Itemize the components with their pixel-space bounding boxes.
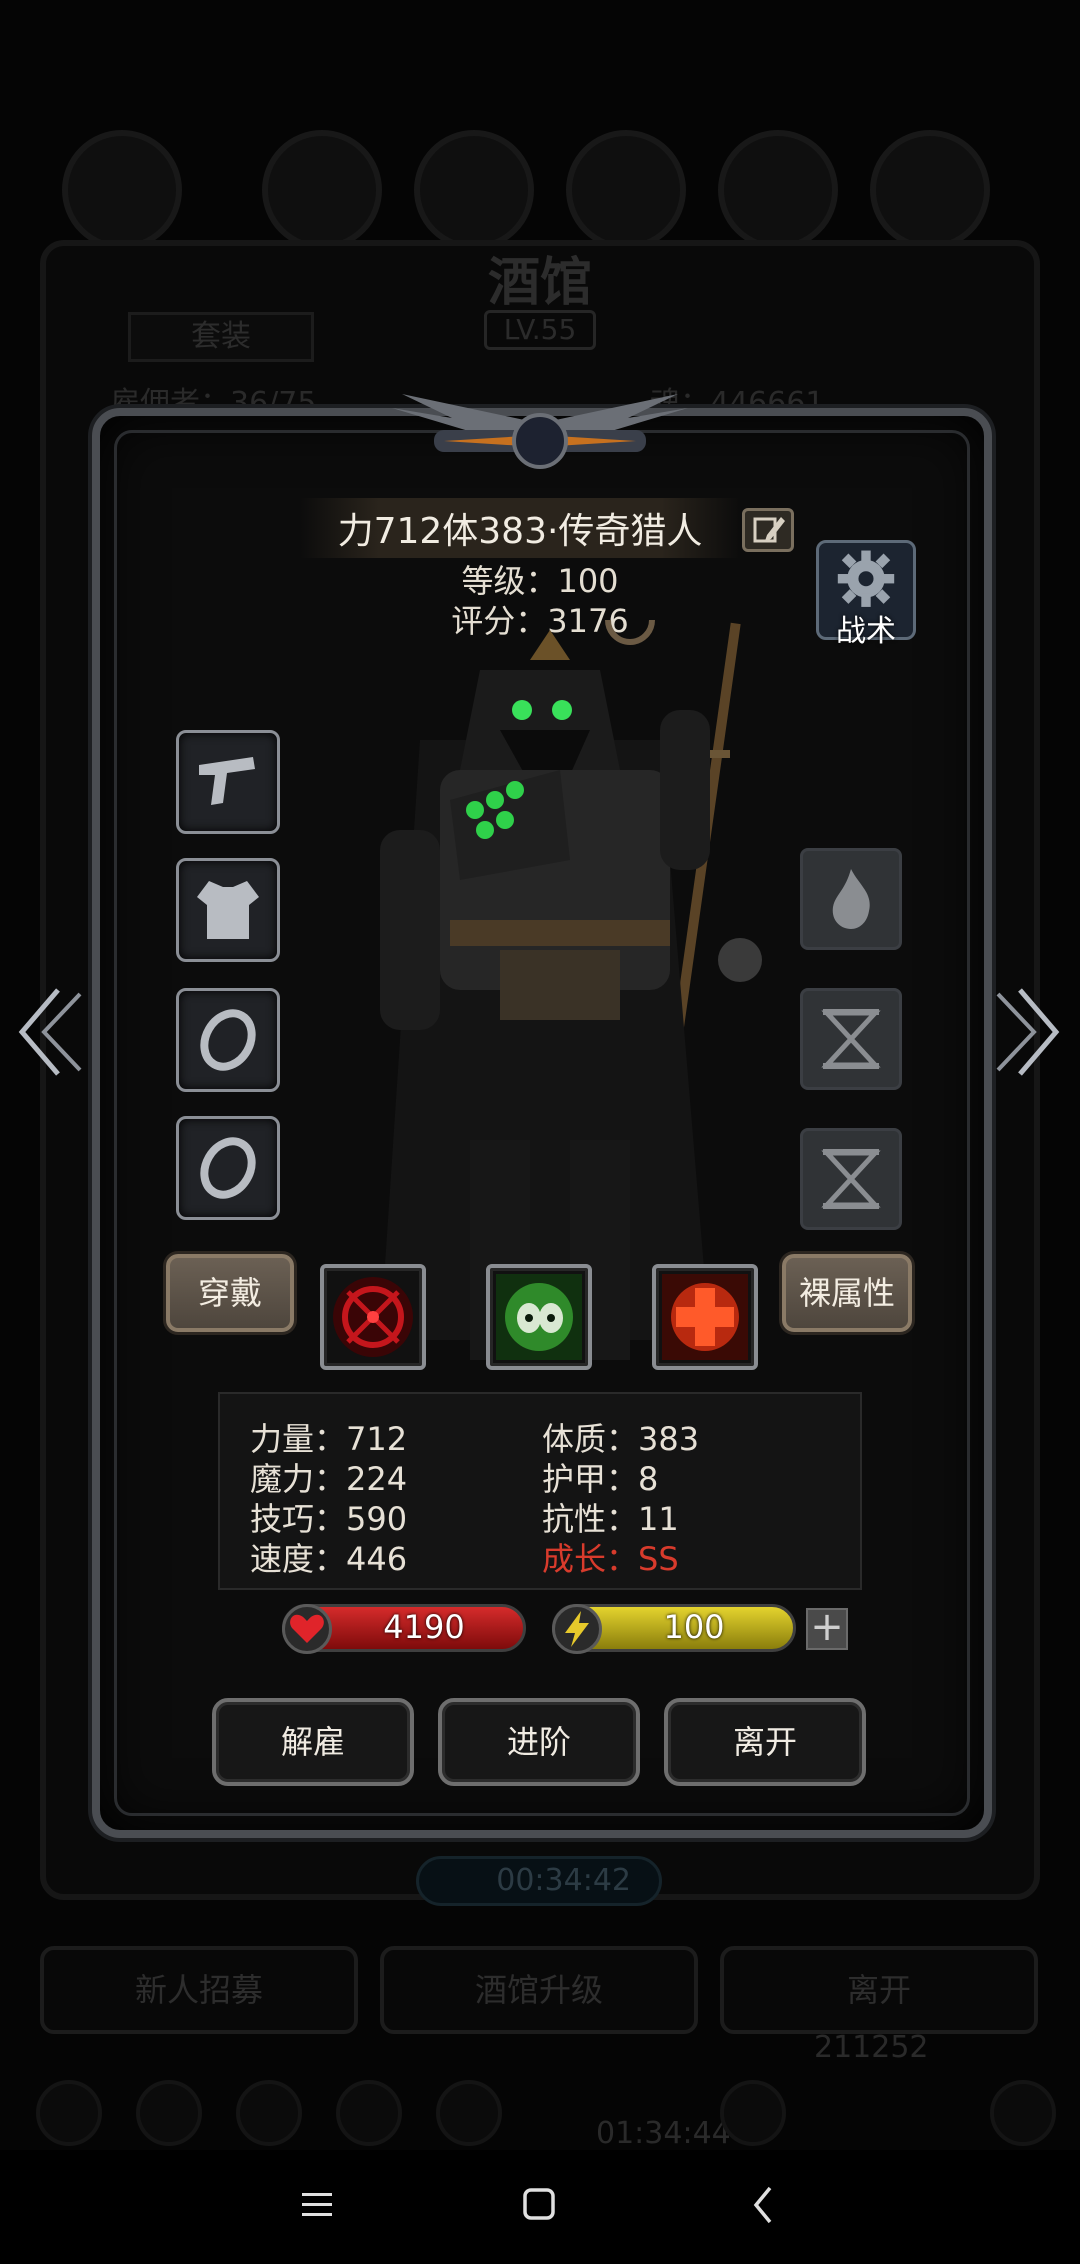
tavern-leave-button: 离开 [720, 1946, 1038, 2034]
dismiss-button[interactable]: 解雇 [212, 1698, 414, 1786]
hourglass-icon [821, 1009, 881, 1069]
skill-slot-1[interactable] [320, 1264, 426, 1370]
hero-portrait [566, 130, 686, 250]
hero-portrait [62, 130, 182, 250]
hourglass-icon [821, 1149, 881, 1209]
tactics-label: 战术 [836, 614, 896, 649]
equip-button[interactable]: 穿戴 [166, 1254, 294, 1332]
weapon-slot[interactable] [176, 730, 280, 834]
leave-button[interactable]: 离开 [664, 1698, 866, 1786]
pistol-icon [199, 757, 255, 805]
pencil-icon [753, 517, 785, 543]
back-icon[interactable] [738, 2178, 792, 2232]
talent-slot-3[interactable] [800, 1128, 902, 1230]
menu-icon [236, 2080, 302, 2146]
next-hero-arrow-icon[interactable] [994, 984, 1064, 1080]
menu-icon [36, 2080, 102, 2146]
base-attributes-button[interactable]: 裸属性 [782, 1254, 912, 1332]
hero-portrait [262, 130, 382, 250]
lightning-icon [552, 1604, 602, 1654]
heart-icon [282, 1604, 332, 1654]
ring-icon [200, 1137, 256, 1199]
hero-name: 力712体383·传奇猎人 [337, 511, 703, 552]
home-icon[interactable] [512, 2178, 566, 2232]
energy-value: 100 [663, 1608, 725, 1646]
hero-portrait [718, 130, 838, 250]
previous-hero-arrow-icon[interactable] [14, 984, 84, 1080]
recruit-button: 新人招募 [40, 1946, 358, 2034]
menu-icon [436, 2080, 502, 2146]
menu-icon [720, 2080, 786, 2146]
tavern-title: 酒馆 [487, 252, 592, 313]
ring-slot-2[interactable] [176, 1116, 280, 1220]
armor-slot[interactable] [176, 858, 280, 962]
menu-icon[interactable] [290, 2178, 344, 2232]
hero-portrait [870, 130, 990, 250]
crescent-emblem-icon [434, 413, 646, 469]
heal-cross-skill-icon [662, 1274, 748, 1360]
add-energy-button[interactable]: + [806, 1607, 848, 1650]
poison-skull-skill-icon [496, 1274, 582, 1360]
recruit-timer: 00:34:42 [416, 1856, 662, 1906]
currency-value: 211252 [814, 2030, 929, 2065]
bottom-timer: 01:34:44 [596, 2116, 731, 2151]
hp-value: 4190 [383, 1608, 465, 1646]
talent-slot-2[interactable] [800, 988, 902, 1090]
tavern-upgrade-button: 酒馆升级 [380, 1946, 698, 2034]
stat-speed: 速度：446 [250, 1540, 408, 1578]
menu-icon [136, 2080, 202, 2146]
menu-icon [336, 2080, 402, 2146]
talent-slot-1[interactable] [800, 848, 902, 950]
skill-slot-3[interactable] [652, 1264, 758, 1370]
hero-portrait [414, 130, 534, 250]
stat-growth: 成长：SS [542, 1540, 679, 1578]
menu-icon [990, 2080, 1056, 2146]
edit-name-button[interactable] [742, 508, 794, 552]
ring-slot-1[interactable] [176, 988, 280, 1092]
set-tab: 套装 [128, 312, 314, 362]
crosshair-skill-icon [333, 1277, 413, 1357]
advance-button[interactable]: 进阶 [438, 1698, 640, 1786]
ring-icon [200, 1009, 256, 1071]
skill-slot-2[interactable] [486, 1264, 592, 1370]
tavern-level: LV.55 [484, 310, 596, 350]
armor-icon [197, 881, 259, 939]
flame-icon [832, 869, 870, 929]
